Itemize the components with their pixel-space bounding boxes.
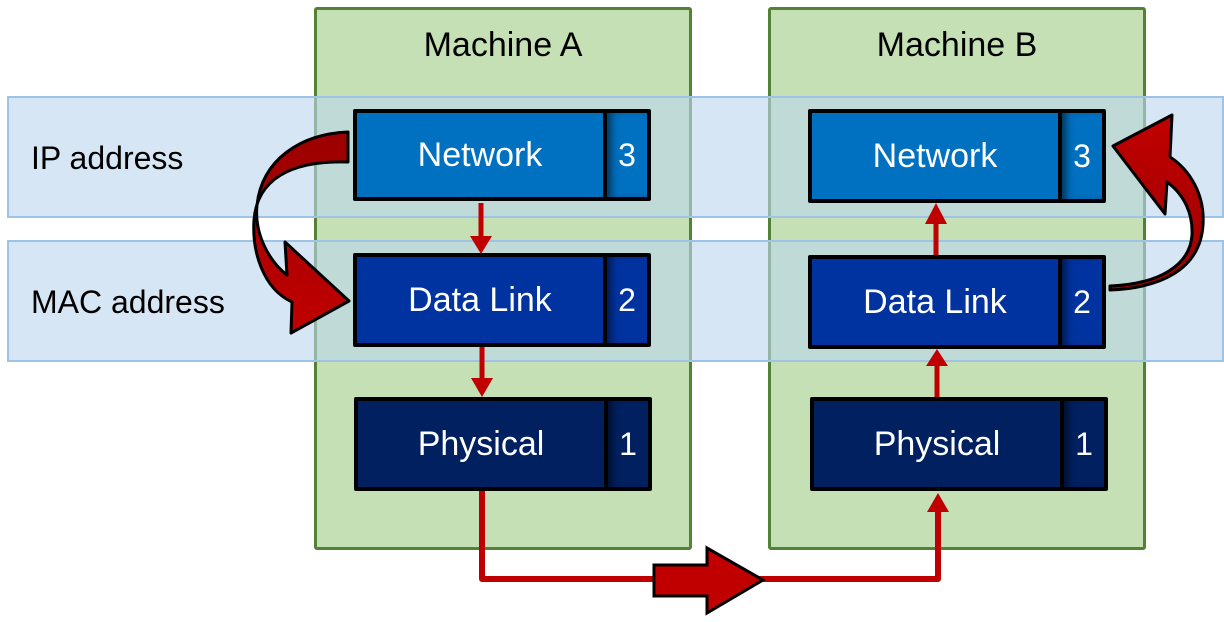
arrow-a-network-to-datalink — [470, 203, 492, 254]
arrow-a-datalink-to-physical — [471, 347, 493, 397]
arrow-b-datalink-to-network — [925, 203, 947, 255]
arrow-b-physical-to-datalink — [926, 349, 948, 397]
curved-arrow-decapsulate-icon — [1108, 113, 1205, 292]
arrows-layer — [252, 113, 1205, 616]
transmission-arrow-icon — [652, 545, 766, 616]
curved-arrow-encapsulate-icon — [252, 130, 351, 335]
